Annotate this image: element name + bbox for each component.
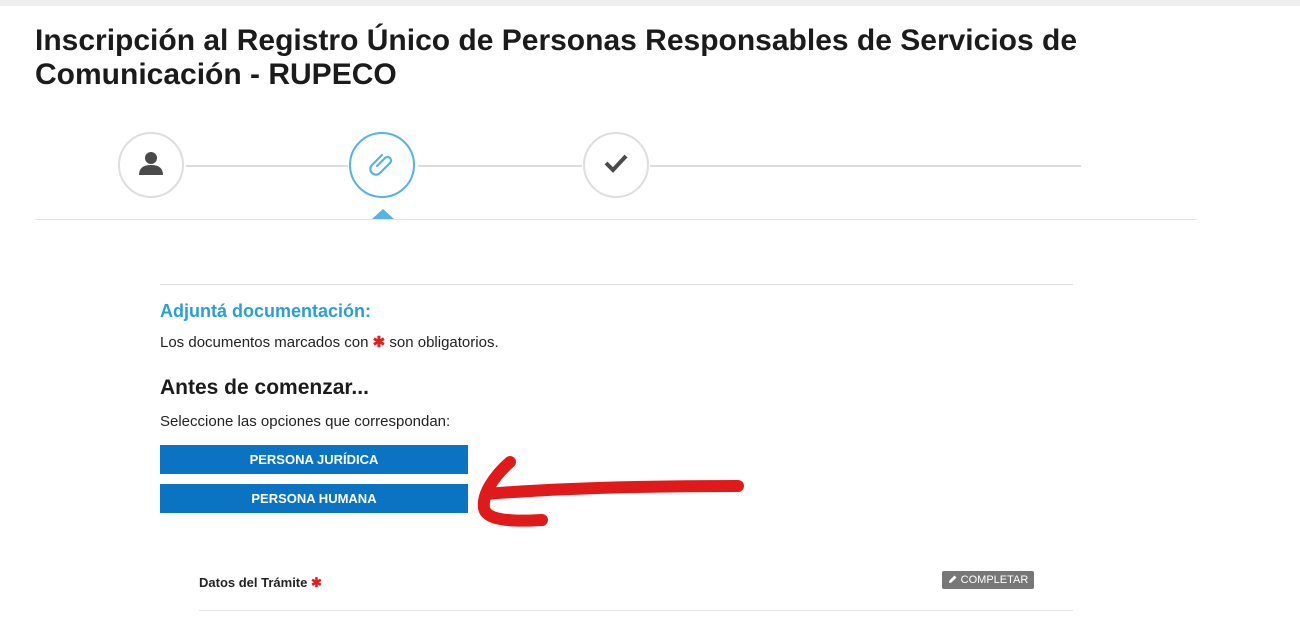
attach-heading: Adjuntá documentación: xyxy=(160,301,371,321)
required-note-text: Los documentos marcados con xyxy=(160,334,369,351)
step-attach-documents[interactable] xyxy=(349,132,415,198)
content-divider xyxy=(160,284,1073,285)
pencil-icon xyxy=(948,574,958,587)
required-asterisk-icon: ✱ xyxy=(311,575,322,590)
step-confirm[interactable] xyxy=(583,132,649,198)
persona-juridica-button[interactable]: PERSONA JURÍDICA xyxy=(160,445,468,474)
document-label: Datos del Trámite xyxy=(199,575,308,590)
page-title: Inscripción al Registro Único de Persona… xyxy=(35,24,1078,91)
step-connector xyxy=(418,165,582,167)
step-connector xyxy=(650,165,1081,167)
select-prompt: Seleccione las opciones que correspondan… xyxy=(160,413,451,430)
required-note-text-end: son obligatorios. xyxy=(389,334,499,351)
required-note: Los documentos marcados con ✱ son obliga… xyxy=(160,333,499,351)
progress-stepper xyxy=(0,125,1300,225)
row-divider xyxy=(199,610,1073,611)
completar-label: COMPLETAR xyxy=(960,574,1029,586)
step-connector xyxy=(186,165,348,167)
active-step-pointer xyxy=(372,209,394,219)
step-personal-data[interactable] xyxy=(118,132,184,198)
top-bar xyxy=(0,0,1300,6)
antes-heading: Antes de comenzar... xyxy=(160,376,369,399)
stepper-divider xyxy=(35,219,1197,220)
user-icon xyxy=(138,150,164,181)
persona-humana-button[interactable]: PERSONA HUMANA xyxy=(160,484,468,513)
red-arrow-annotation xyxy=(477,456,744,527)
checkmark-icon xyxy=(603,150,629,181)
document-row-datos-tramite: Datos del Trámite ✱ xyxy=(199,575,322,591)
completar-button[interactable]: COMPLETAR xyxy=(942,571,1034,589)
required-asterisk-icon: ✱ xyxy=(372,334,386,351)
paperclip-icon xyxy=(368,149,396,182)
